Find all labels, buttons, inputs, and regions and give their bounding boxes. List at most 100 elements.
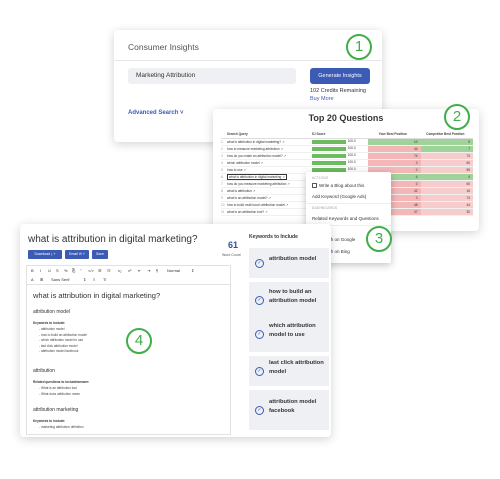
- toolbar-button[interactable]: B: [31, 268, 34, 273]
- topic-input[interactable]: Marketing Attribution: [128, 68, 296, 84]
- toolbar-button[interactable]: ": [80, 268, 81, 273]
- check-circle-icon: ✓: [255, 258, 264, 268]
- doc-list-item: - last click attribution model: [39, 343, 78, 348]
- check-circle-icon: ✓: [255, 366, 264, 376]
- step-badge-4: 4: [126, 328, 152, 354]
- search-query-cell[interactable]: how to build multi touch attribution mod…: [227, 201, 312, 209]
- search-query-cell[interactable]: which attribution model ↗: [227, 159, 312, 167]
- keyword-text: last click attribution model: [269, 359, 324, 375]
- toolbar-button[interactable]: U: [48, 268, 51, 273]
- doc-subheading: attribution: [33, 368, 55, 374]
- toolbar-button[interactable]: ≡: [93, 277, 95, 282]
- table-row[interactable]: 1 what is attribution in digital marketin…: [221, 138, 473, 146]
- score-bar: [311, 153, 346, 158]
- keyword-card[interactable]: ✓ which attribution model to use: [249, 316, 329, 352]
- toolbar-button[interactable]: ¶: [156, 268, 158, 273]
- editor-title: what is attribution in digital marketing…: [28, 234, 198, 245]
- competitor-position-cell: 30: [420, 208, 473, 216]
- check-circle-icon: ✓: [255, 329, 264, 339]
- search-query-cell[interactable]: how do you make an attribution model? ↗: [227, 152, 312, 160]
- score-bar: [311, 167, 346, 172]
- document-editor[interactable]: what is attribution in digital marketing…: [26, 285, 231, 435]
- search-query-cell[interactable]: how to use ↗: [227, 166, 312, 174]
- toolbar-button[interactable]: x²: [128, 268, 131, 273]
- sj-score-cell: 100.0: [311, 145, 369, 153]
- toolbar-button[interactable]: %: [64, 268, 68, 273]
- keyword-text: attribution model: [269, 256, 317, 262]
- toolbar-button[interactable]: ⇥: [147, 268, 150, 273]
- buy-more-link[interactable]: Buy More: [310, 96, 334, 102]
- word-count-value: 61: [228, 240, 239, 250]
- competitor-position-cell: 44: [420, 201, 473, 209]
- toolbar-button[interactable]: Normal: [167, 268, 180, 273]
- doc-keywords-label: Keywords to include:: [33, 419, 66, 423]
- blog-editor-panel: what is attribution in digital marketing…: [20, 224, 331, 437]
- search-query-cell[interactable]: what is attribution in digital marketing…: [227, 138, 312, 146]
- doc-list-item: - how to build an attribution model: [39, 332, 87, 337]
- credits-remaining: 102 Credits Remaining: [310, 88, 366, 94]
- dashboards-section-label: DASHBOARDS: [312, 206, 338, 210]
- divider: [114, 60, 382, 61]
- search-query-cell[interactable]: what is an attribution model? ↗: [227, 194, 312, 202]
- doc-heading: what is attribution in digital marketing…: [33, 291, 161, 300]
- search-query-cell[interactable]: what is attribution ↗: [227, 187, 312, 195]
- toolbar-button[interactable]: x₂: [118, 268, 122, 273]
- toolbar-button[interactable]: ☰: [98, 268, 102, 273]
- doc-list-item: - What does attribution mean: [39, 391, 80, 396]
- table-row[interactable]: 3 how do you make an attribution model? ↗…: [221, 152, 473, 160]
- table-row[interactable]: 2 how to measure marketing attribution ↗ 1…: [221, 145, 473, 153]
- toolbar-button[interactable]: ⎘: [72, 268, 75, 273]
- toolbar-button[interactable]: ☷: [107, 268, 111, 273]
- doc-subheading: attribution marketing: [33, 407, 79, 413]
- search-query-cell[interactable]: what is an attribution tool? ↗: [227, 208, 312, 216]
- toolbar-button[interactable]: I: [40, 268, 41, 273]
- formatting-toolbar: B I U S% ⎘ " </> ☰ ☷ x₂ x² ⇤ ⇥ ¶ Normal ⇕ A ⊞ Sans Serif ⇕ ≡…: [26, 265, 231, 285]
- keywords-to-include-title: Keywords to Include: [249, 234, 298, 240]
- keyword-card[interactable]: ✓ attribution model facebook: [249, 390, 329, 430]
- toolbar-button[interactable]: ⇕: [191, 268, 194, 273]
- menu-item-write-blog[interactable]: Write a Blog about this: [312, 183, 364, 189]
- search-query-cell[interactable]: how to measure marketing attribution ↗: [227, 145, 312, 153]
- keyword-card[interactable]: ✓ last click attribution model: [249, 356, 329, 386]
- generate-insights-button[interactable]: Generate Insights: [310, 68, 370, 84]
- menu-item-related-keywords[interactable]: Related Keywords and Questions: [312, 216, 379, 221]
- toolbar-button[interactable]: ⇕: [83, 277, 86, 282]
- your-position-cell: 10: [368, 138, 421, 146]
- column-header[interactable]: Search Query: [227, 131, 312, 139]
- toolbar-button[interactable]: S: [56, 268, 59, 273]
- toolbar-button[interactable]: ⊞: [40, 277, 43, 282]
- column-header[interactable]: Your Best Position: [368, 131, 421, 139]
- search-query-cell[interactable]: what is attribution in digital marketing…: [227, 173, 312, 181]
- email-button[interactable]: Email ✉ ˅: [65, 250, 89, 259]
- competitor-position-cell: 4: [420, 173, 473, 181]
- download-button[interactable]: Download ⤓ ˅: [28, 250, 62, 259]
- competitor-position-cell: 60: [420, 180, 473, 188]
- column-header[interactable]: Competitor Best Position: [420, 131, 473, 139]
- doc-list-item: - attribution model: [39, 327, 65, 331]
- column-header[interactable]: SJ Score: [311, 131, 369, 139]
- step-badge-3: 3: [366, 226, 392, 252]
- toolbar-button[interactable]: A: [31, 277, 34, 282]
- competitor-position-cell: 74: [420, 194, 473, 202]
- keyword-card[interactable]: ✓ attribution model: [249, 248, 329, 278]
- keyword-card[interactable]: ✓ how to build an attribution model: [249, 282, 329, 318]
- document-icon: [312, 183, 317, 189]
- save-button[interactable]: Save: [92, 250, 108, 259]
- toolbar-button[interactable]: Sans Serif: [51, 277, 69, 282]
- doc-list-item: - What is an attribution tool: [39, 386, 77, 390]
- doc-keywords-label: Keywords to include:: [33, 321, 66, 325]
- sj-score-cell: 100.0: [311, 152, 369, 160]
- toolbar-button[interactable]: ⇤: [138, 268, 141, 273]
- table-row[interactable]: 4 which attribution model ↗ 100.0 0 60: [221, 159, 473, 167]
- advanced-search-toggle[interactable]: Advanced Search ˅: [128, 110, 184, 116]
- doc-subheading: attribution model: [33, 309, 70, 315]
- search-query-cell[interactable]: how do you measure marketing attribution…: [227, 180, 312, 188]
- toolbar-button[interactable]: </>: [88, 268, 94, 273]
- doc-list-item: - attribution model facebook: [39, 349, 79, 353]
- doc-list-item: - marketing attribution definition: [39, 425, 84, 429]
- toolbar-button[interactable]: T̸: [103, 277, 105, 282]
- sj-score-cell: 100.0: [311, 159, 369, 167]
- keyword-text: how to build an attribution model: [269, 288, 317, 304]
- menu-item-add-keyword[interactable]: Add Keyword (Google Ads): [312, 194, 366, 199]
- score-bar: [311, 160, 346, 165]
